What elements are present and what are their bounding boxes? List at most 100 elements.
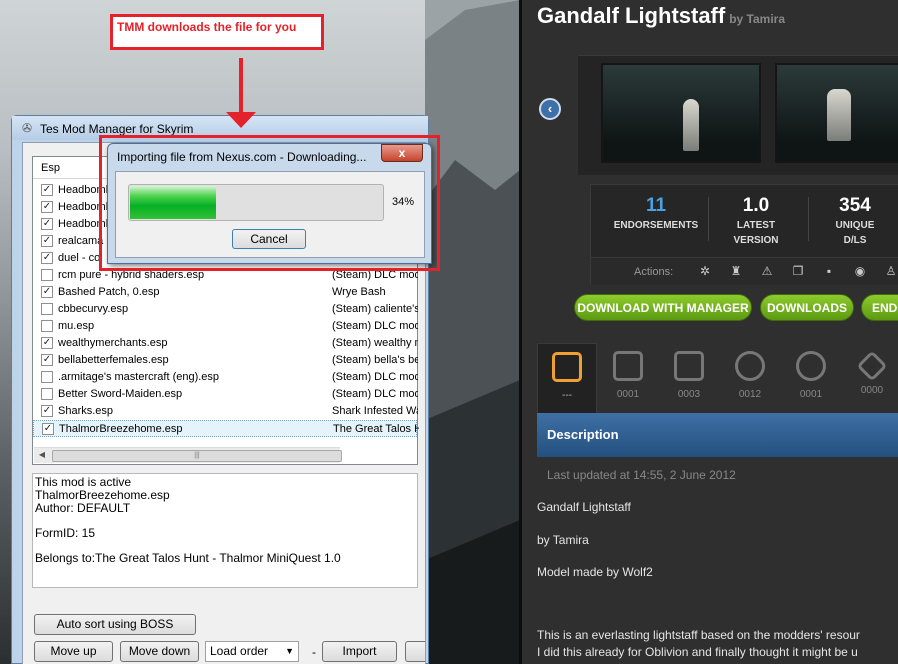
gallery-thumbnail-1[interactable] — [601, 63, 761, 163]
move-up-button[interactable]: Move up — [34, 641, 113, 662]
annotation-label: TMM downloads the file for you — [110, 14, 324, 50]
plugin-row[interactable]: cbbecurvy.esp (Steam) caliente's b — [33, 301, 418, 318]
plugin-checkbox[interactable] — [41, 269, 53, 281]
import-button[interactable]: Import — [322, 641, 397, 662]
tab-tags[interactable]: 0000 — [842, 343, 898, 413]
desc-paragraph: Model made by Wolf2 — [537, 565, 653, 579]
mod-title-text: Gandalf Lightstaff — [537, 3, 726, 28]
plugin-row[interactable]: ✓ ThalmorBreezehome.esp The Great Talos Hu — [33, 420, 419, 437]
tab-count: 0003 — [677, 389, 701, 400]
plugin-checkbox[interactable]: ✓ — [41, 405, 53, 417]
extra-button[interactable] — [405, 641, 425, 662]
plugin-checkbox[interactable]: ✓ — [41, 286, 53, 298]
plugin-checkbox[interactable] — [41, 388, 53, 400]
image-gallery — [578, 55, 898, 175]
mod-author[interactable]: by Tamira — [729, 12, 785, 26]
plugin-checkbox[interactable] — [41, 303, 53, 315]
plugin-checkbox[interactable]: ✓ — [41, 218, 53, 230]
plugin-checkbox[interactable]: ✓ — [41, 252, 53, 264]
desc-paragraph: This is an everlasting lightstaff based … — [537, 628, 860, 642]
tab-images[interactable]: 0003 — [659, 343, 719, 413]
save-icon[interactable]: ▪ — [822, 264, 836, 278]
mod-tabs: --- 0001 0003 0012 0001 0000 — [537, 343, 898, 413]
plugin-checkbox[interactable]: ✓ — [41, 354, 53, 366]
tab-comments[interactable]: 0012 — [720, 343, 780, 413]
disc-icon[interactable]: ◉ — [853, 264, 867, 278]
stat-endorsements: 11 ENDORSEMENTS — [611, 195, 701, 232]
plugin-owner: (Steam) DLC mod — [332, 388, 418, 400]
tab-count: 0012 — [738, 389, 762, 400]
tab-files[interactable]: 0001 — [598, 343, 658, 413]
scroll-left-arrow-icon[interactable]: ◀ — [36, 450, 48, 459]
desc-paragraph: Gandalf Lightstaff — [537, 500, 631, 514]
stat-divider — [708, 197, 709, 241]
window-title: Tes Mod Manager for Skyrim — [40, 122, 194, 136]
plugin-row[interactable]: Better Sword-Maiden.esp (Steam) DLC mod — [33, 386, 418, 403]
plugin-name: cbbecurvy.esp — [58, 303, 129, 315]
mod-title: Gandalf Lightstaff by Tamira — [537, 3, 785, 29]
actions-label: Actions: — [634, 266, 674, 278]
plugin-row[interactable]: .armitage's mastercraft (eng).esp (Steam)… — [33, 369, 418, 386]
select-value: Load order — [210, 644, 269, 658]
tab-count: 0001 — [616, 389, 640, 400]
scroll-thumb[interactable]: ||| — [52, 450, 342, 462]
annotation-highlight-box — [99, 135, 440, 271]
plugin-row[interactable]: mu.esp (Steam) DLC mod — [33, 318, 418, 335]
plugin-name: Bashed Patch, 0.esp — [58, 286, 160, 298]
plugin-row[interactable]: ✓ bellabetterfemales.esp (Steam) bella's b… — [33, 352, 418, 369]
image-icon — [674, 351, 704, 381]
binoculars-icon[interactable]: ♜ — [729, 264, 743, 278]
annotation-arrow — [239, 58, 243, 120]
speech-bubble-icon — [735, 351, 765, 381]
plugin-row[interactable]: ✓ Sharks.esp Shark Infested Wate — [33, 403, 418, 420]
stat-label: VERSION — [733, 235, 779, 246]
gear-icon[interactable]: ✲ — [698, 264, 712, 278]
plugin-checkbox[interactable] — [41, 320, 53, 332]
mod-stats-panel: 11 ENDORSEMENTS 1.0 LATEST VERSION 354 U… — [590, 184, 898, 285]
folder-icon — [613, 351, 643, 381]
stat-label: ENDORSEMENTS — [613, 220, 699, 231]
tag-icon — [856, 350, 888, 382]
download-with-manager-button[interactable]: DOWNLOAD WITH MANAGER — [574, 294, 752, 321]
info-line: Belongs to:The Great Talos Hunt - Thalmo… — [35, 551, 341, 565]
move-down-button[interactable]: Move down — [120, 641, 199, 662]
plugin-checkbox[interactable]: ✓ — [41, 201, 53, 213]
tab-description[interactable]: --- — [537, 343, 597, 413]
stat-label: D/LS — [843, 235, 867, 246]
plugin-owner: (Steam) bella's bette — [332, 354, 418, 366]
warning-icon[interactable]: ⚠ — [760, 264, 774, 278]
plugin-owner: Wrye Bash — [332, 286, 386, 298]
stat-value: 1.0 — [742, 195, 770, 216]
gallery-thumbnail-2[interactable] — [775, 63, 898, 163]
plugin-owner: (Steam) wealthy mer — [332, 337, 418, 349]
downloads-button[interactable]: DOWNLOADS — [760, 294, 854, 321]
copy-icon[interactable]: ❐ — [791, 264, 805, 278]
endorse-button[interactable]: ENDO — [861, 294, 898, 321]
user-icon[interactable]: ♙ — [884, 264, 898, 278]
stat-value: 354 — [839, 195, 871, 216]
stat-label: UNIQUE — [835, 220, 875, 231]
plugin-owner: (Steam) caliente's b — [332, 303, 418, 315]
plugin-checkbox[interactable]: ✓ — [41, 235, 53, 247]
plugin-name: ThalmorBreezehome.esp — [59, 423, 183, 435]
auto-sort-boss-button[interactable]: Auto sort using BOSS — [34, 614, 196, 635]
plugin-checkbox[interactable]: ✓ — [42, 423, 54, 435]
desc-paragraph: by Tamira — [537, 533, 589, 547]
plugin-row[interactable]: ✓ wealthymerchants.esp (Steam) wealthy mer — [33, 335, 418, 352]
tab-discussion[interactable]: 0001 — [781, 343, 841, 413]
plugin-name: mu.esp — [58, 320, 95, 332]
column-header-esp[interactable]: Esp — [41, 162, 60, 174]
load-order-select[interactable]: Load order ▼ — [205, 641, 299, 662]
plugin-owner: The Great Talos Hu — [333, 423, 419, 435]
plugin-name: bellabetterfemales.esp — [58, 354, 169, 366]
plugin-checkbox[interactable]: ✓ — [41, 184, 53, 196]
gallery-prev-button[interactable]: ‹ — [539, 98, 561, 120]
stat-latest-version: 1.0 LATEST VERSION — [711, 195, 801, 247]
horizontal-scrollbar[interactable]: ◀ ||| — [34, 447, 342, 463]
description-heading: Description — [537, 413, 898, 457]
plugin-checkbox[interactable]: ✓ — [41, 337, 53, 349]
actions-bar: Actions: ✲ ♜ ⚠ ❐ ▪ ◉ ♙ — [591, 257, 898, 285]
info-line: FormID: 15 — [35, 526, 96, 540]
plugin-checkbox[interactable] — [41, 371, 53, 383]
plugin-row[interactable]: ✓ Bashed Patch, 0.esp Wrye Bash — [33, 284, 417, 301]
